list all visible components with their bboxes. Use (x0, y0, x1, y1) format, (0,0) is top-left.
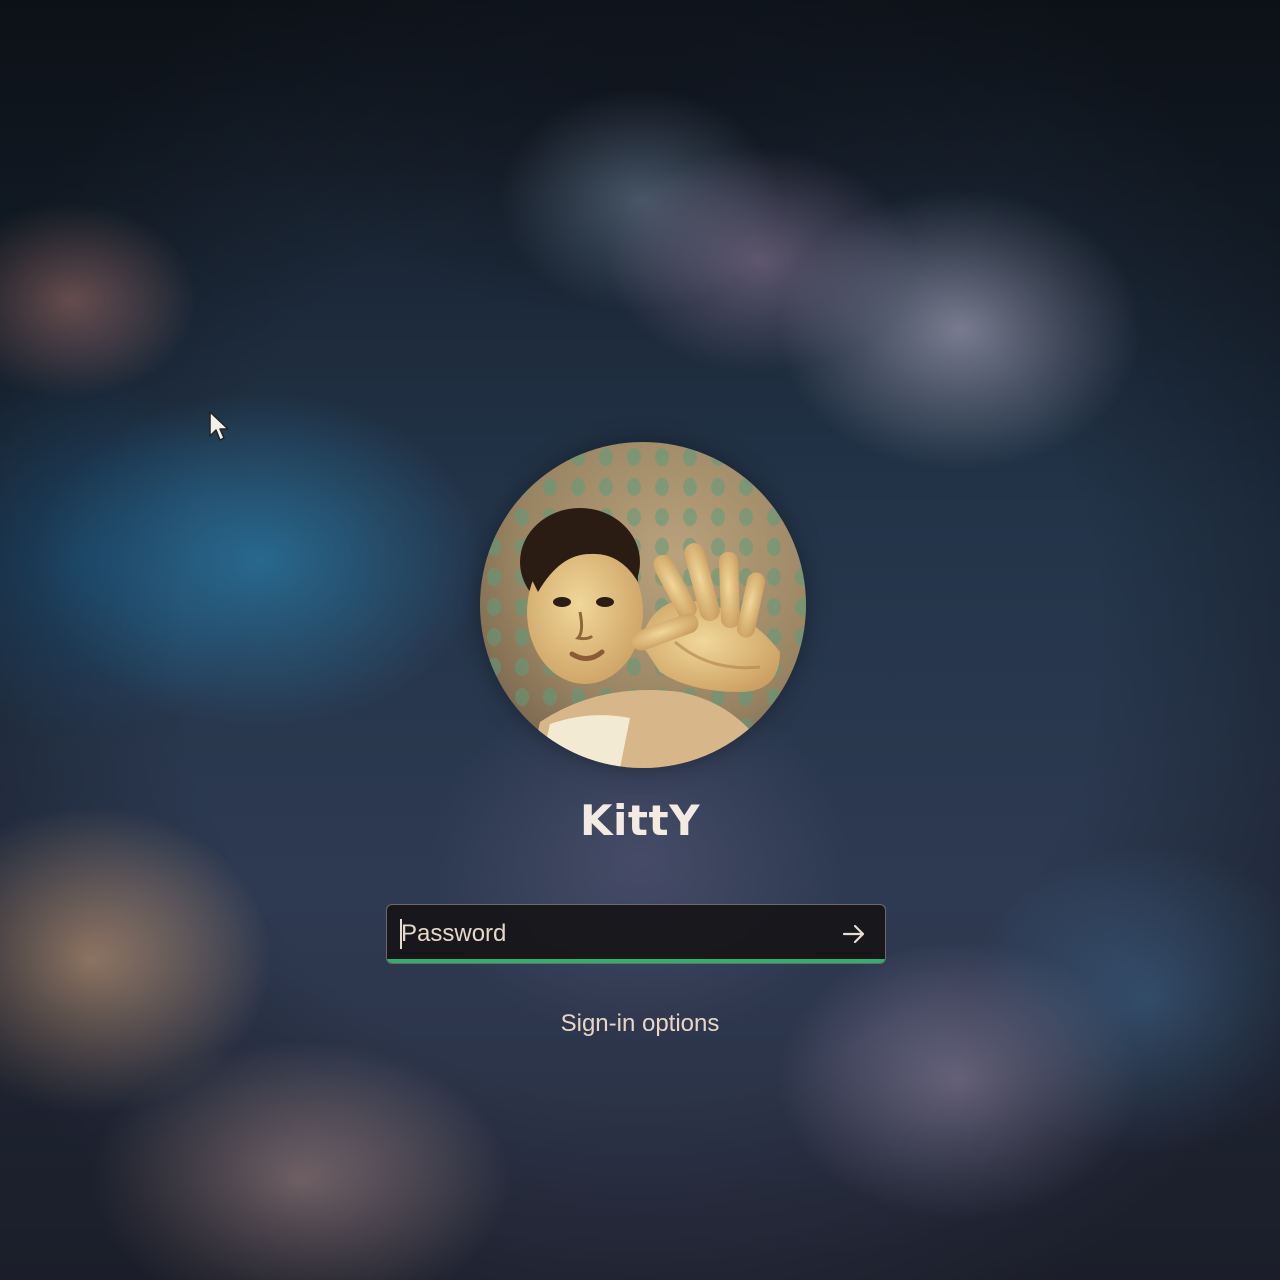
username: KittY (579, 796, 700, 845)
password-field[interactable] (386, 904, 886, 964)
sign-in-options-link[interactable]: Sign-in options (490, 1010, 790, 1038)
lock-screen: KittY Sign-in options (0, 0, 1280, 1280)
user-avatar (480, 442, 806, 768)
mouse-pointer-icon (208, 410, 232, 444)
focus-underline (387, 959, 885, 963)
text-caret (400, 919, 402, 949)
password-input[interactable] (401, 911, 821, 957)
arrow-right-icon[interactable] (837, 917, 871, 951)
